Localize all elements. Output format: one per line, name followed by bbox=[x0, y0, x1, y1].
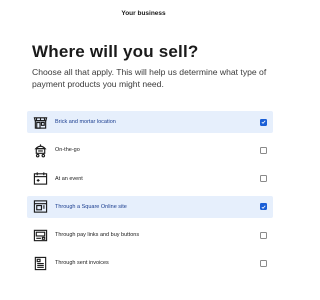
option-brick-and-mortar[interactable]: Brick and mortar location bbox=[27, 111, 273, 133]
option-on-the-go[interactable]: On-the-go bbox=[27, 139, 273, 161]
option-label: At an event bbox=[55, 175, 83, 182]
option-checkbox[interactable] bbox=[260, 259, 267, 267]
cart-icon bbox=[32, 142, 48, 158]
option-label: Through pay links and buy buttons bbox=[55, 232, 140, 239]
selling-options-list: Brick and mortar location On-the-go At a… bbox=[27, 111, 273, 281]
option-square-online-site[interactable]: Through a Square Online site bbox=[27, 195, 273, 218]
invoice-icon bbox=[32, 255, 48, 271]
page-title: Where will you sell? bbox=[32, 42, 199, 61]
option-label: Through a Square Online site bbox=[55, 203, 127, 210]
option-checkbox[interactable] bbox=[260, 231, 267, 239]
option-checkbox[interactable] bbox=[260, 118, 267, 126]
option-checkbox[interactable] bbox=[260, 203, 267, 211]
option-checkbox[interactable] bbox=[260, 175, 267, 183]
payment-link-icon bbox=[32, 227, 48, 243]
option-label: On-the-go bbox=[55, 147, 80, 154]
storefront-icon bbox=[32, 114, 48, 130]
option-checkbox[interactable] bbox=[260, 146, 267, 154]
page-subtitle: Choose all that apply. This will help us… bbox=[32, 67, 267, 89]
option-label: Brick and mortar location bbox=[55, 119, 116, 125]
option-at-an-event[interactable]: At an event bbox=[27, 168, 273, 190]
option-pay-links[interactable]: Through pay links and buy buttons bbox=[27, 224, 273, 246]
calendar-icon bbox=[32, 171, 48, 187]
option-label: Through sent invoices bbox=[55, 260, 109, 267]
option-sent-invoices[interactable]: Through sent invoices bbox=[27, 252, 273, 274]
browser-window-icon bbox=[32, 199, 48, 215]
page-header-title: Your business bbox=[121, 10, 166, 17]
